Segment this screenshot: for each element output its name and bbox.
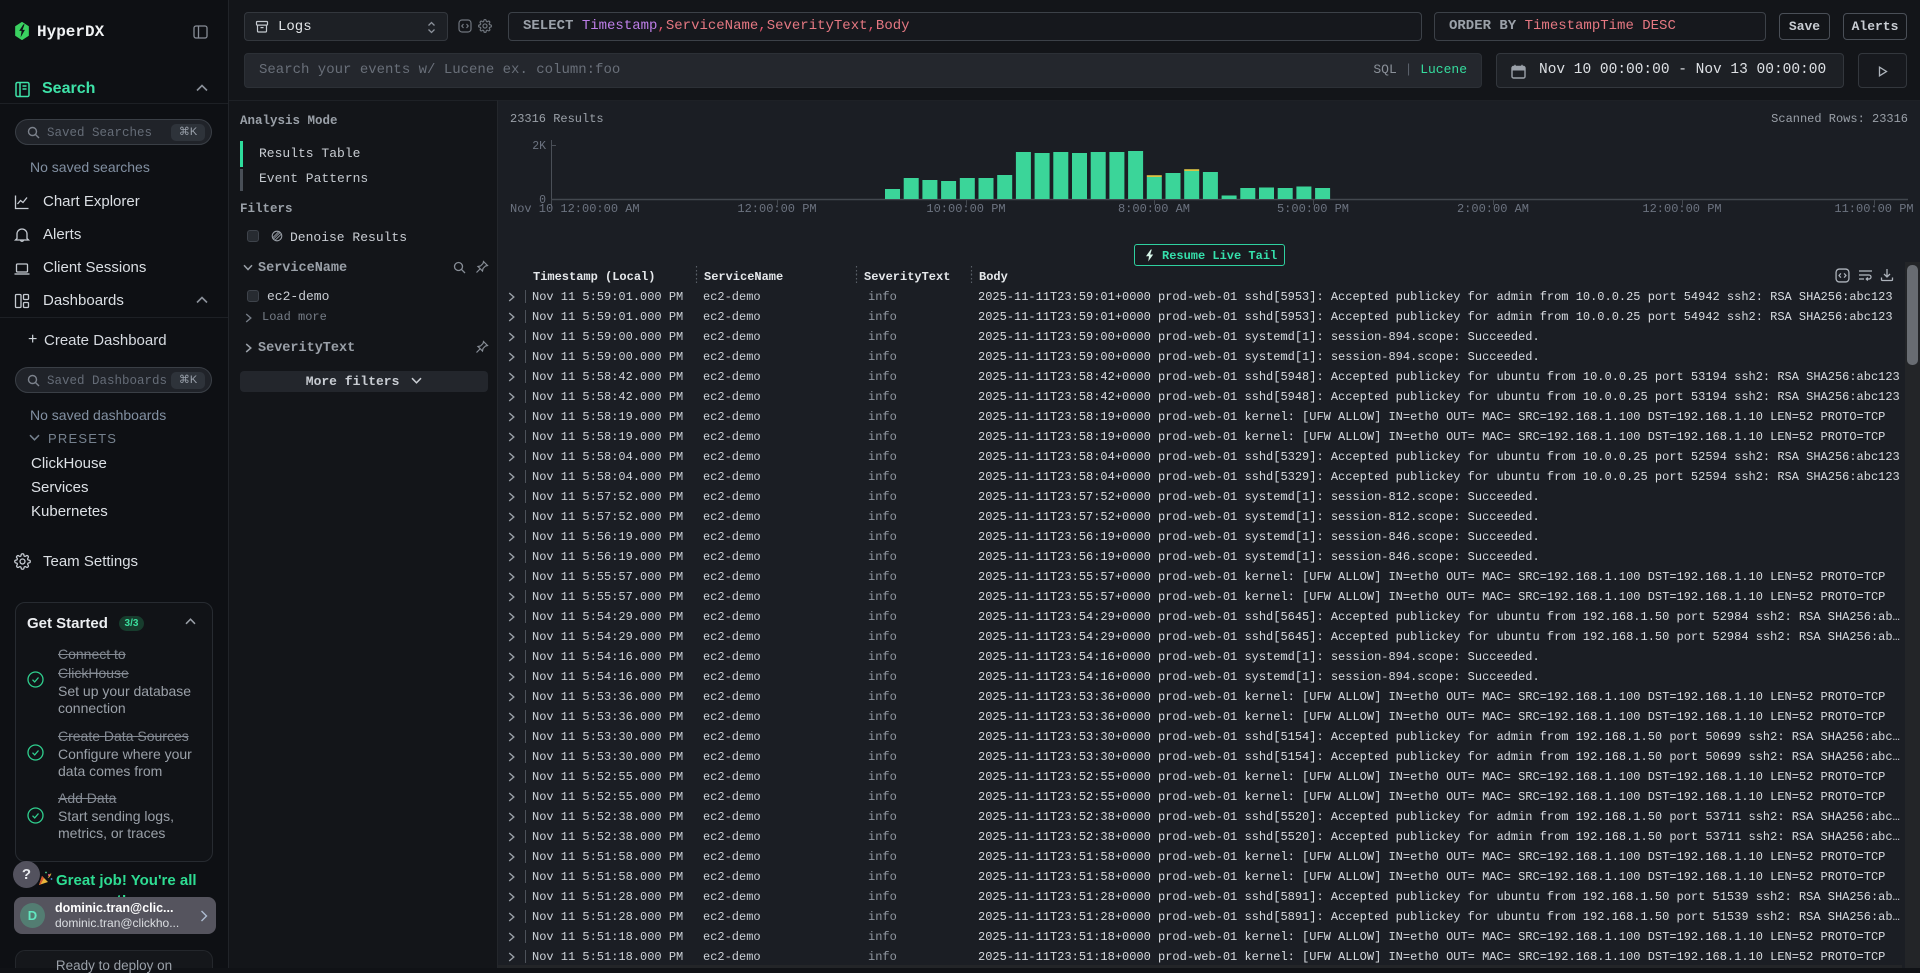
svg-text:Nov 10 12:00:00 AM: Nov 10 12:00:00 AM <box>510 202 640 216</box>
svg-text:2:00:00 AM: 2:00:00 AM <box>1457 202 1529 216</box>
svg-text:8:00:00 AM: 8:00:00 AM <box>1118 202 1190 216</box>
svg-text:5:00:00 PM: 5:00:00 PM <box>1277 202 1349 216</box>
svg-text:12:00:00 PM: 12:00:00 PM <box>737 202 816 216</box>
svg-text:2K: 2K <box>532 140 546 153</box>
svg-text:10:00:00 PM: 10:00:00 PM <box>926 202 1005 216</box>
svg-text:11:00:00 PM: 11:00:00 PM <box>1834 202 1913 216</box>
svg-text:12:00:00 PM: 12:00:00 PM <box>1642 202 1721 216</box>
